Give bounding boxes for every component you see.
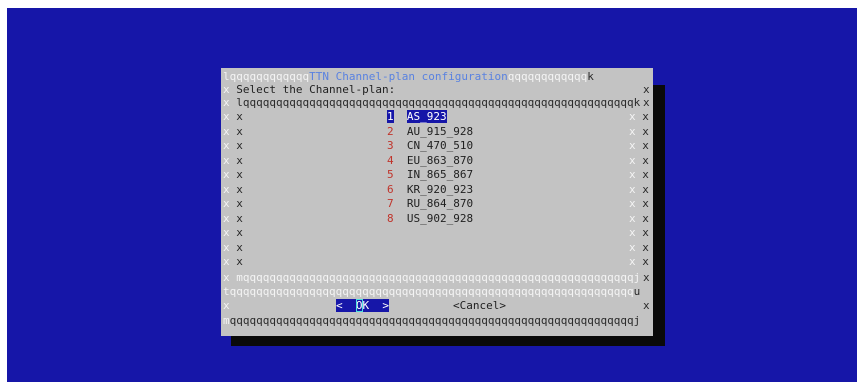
menu-side-border-right: x x: [629, 153, 649, 167]
ok-bracket-left: <: [336, 299, 356, 312]
menu-side-border-right: x x: [629, 255, 649, 268]
menu-item-label: EU_863_870: [406, 153, 474, 167]
menu-item-number: 3: [387, 139, 394, 152]
menu-side-border-left: x x: [223, 197, 243, 210]
menu-side-border-right: x x: [629, 197, 649, 210]
right-border-char: x: [643, 83, 650, 96]
menu-side-border-left: x x: [223, 211, 243, 225]
menu-item-number: 8: [387, 211, 394, 225]
menu-side-border-left: x x: [223, 110, 243, 123]
menu-item-label: AU_915_928: [406, 124, 474, 138]
menu-side-border-left: x x: [223, 153, 243, 167]
menu-item-gap: [394, 139, 407, 152]
menu-item[interactable]: 2 AU_915_928: [387, 125, 473, 140]
menu-item-label: RU_864_870: [406, 197, 474, 210]
menu-side-border-right: x x: [629, 139, 649, 152]
ok-hotkey: O: [355, 299, 363, 312]
ok-label-rest: K >: [362, 299, 390, 312]
dialog-top-border: lqqqqqqqqqqqqTTN Channel-plan configurat…: [223, 70, 594, 83]
ok-button[interactable]: < OK >: [336, 299, 389, 312]
menu-item[interactable]: 5 IN_865_867: [387, 168, 473, 183]
menu-item[interactable]: 6 KR_920_923: [387, 183, 473, 198]
dialog-bottom-border: mqqqqqqqqqqqqqqqqqqqqqqqqqqqqqqqqqqqqqqq…: [223, 314, 641, 327]
menu-side-border-left: x x: [223, 168, 243, 181]
menu-item-label: AS_923: [406, 110, 447, 123]
button-separator: tqqqqqqqqqqqqqqqqqqqqqqqqqqqqqqqqqqqqqqq…: [223, 285, 641, 298]
menu-item-number: 5: [387, 168, 394, 181]
menu-item-number: 7: [387, 197, 394, 210]
dialog-title: TTN Channel-plan configuration: [309, 70, 508, 83]
prompt-line: x Select the Channel-plan:: [223, 83, 396, 96]
menu-side-border-right: x x: [629, 226, 649, 239]
menu-item-number: 1: [387, 110, 394, 123]
menu-side-border-left: x x: [223, 255, 243, 268]
menu-item-gap: [394, 197, 407, 210]
menu-side-border-right: x x: [629, 110, 649, 123]
terminal-screen: lqqqqqqqqqqqqTTN Channel-plan configurat…: [7, 8, 857, 382]
menu-item[interactable]: 7 RU_864_870: [387, 197, 473, 212]
menu-side-border-right: x x: [629, 182, 649, 196]
channel-plan-dialog: lqqqqqqqqqqqqTTN Channel-plan configurat…: [221, 68, 653, 336]
menu-side-border-left: x x: [223, 124, 243, 138]
menu-item-gap: [394, 183, 407, 196]
menu-side-border-left: x x: [223, 139, 243, 152]
right-border-char: x: [643, 299, 650, 312]
menu-item-number: 2: [387, 124, 394, 138]
menu-box-top: x lqqqqqqqqqqqqqqqqqqqqqqqqqqqqqqqqqqqqq…: [223, 96, 641, 109]
cancel-button[interactable]: <Cancel>: [453, 299, 506, 312]
menu-item-gap: [394, 110, 407, 123]
menu-side-border-right: x x: [629, 211, 649, 225]
menu-item-label: KR_920_923: [406, 182, 474, 196]
menu-side-border-right: x x: [629, 124, 649, 138]
menu-item-gap: [394, 212, 407, 225]
right-border-char: x: [643, 96, 650, 109]
menu-item[interactable]: 3 CN_470_510: [387, 139, 473, 154]
menu-side-border-left: x x: [223, 240, 243, 254]
menu-item[interactable]: 1 AS_923: [387, 110, 447, 125]
menu-item-gap: [394, 168, 407, 181]
prompt-text: Select the Channel-plan:: [236, 83, 396, 96]
menu-box-bottom: x mqqqqqqqqqqqqqqqqqqqqqqqqqqqqqqqqqqqqq…: [223, 271, 641, 284]
menu-item-label: CN_470_510: [406, 139, 474, 152]
menu-item[interactable]: 4 EU_863_870: [387, 154, 473, 169]
menu-item-label: US_902_928: [406, 211, 474, 225]
left-border-char: x: [223, 299, 230, 312]
menu-side-border-left: x x: [223, 182, 243, 196]
menu-item[interactable]: 8 US_902_928: [387, 212, 473, 227]
menu-side-border-right: x x: [629, 240, 649, 254]
menu-item-number: 4: [387, 153, 394, 167]
menu-item-number: 6: [387, 182, 394, 196]
menu-side-border-left: x x: [223, 226, 243, 239]
menu-side-border-right: x x: [629, 168, 649, 181]
menu-item-gap: [394, 154, 407, 167]
right-border-char: x: [643, 271, 650, 284]
menu-item-gap: [394, 125, 407, 138]
menu-item-label: IN_865_867: [406, 168, 474, 181]
